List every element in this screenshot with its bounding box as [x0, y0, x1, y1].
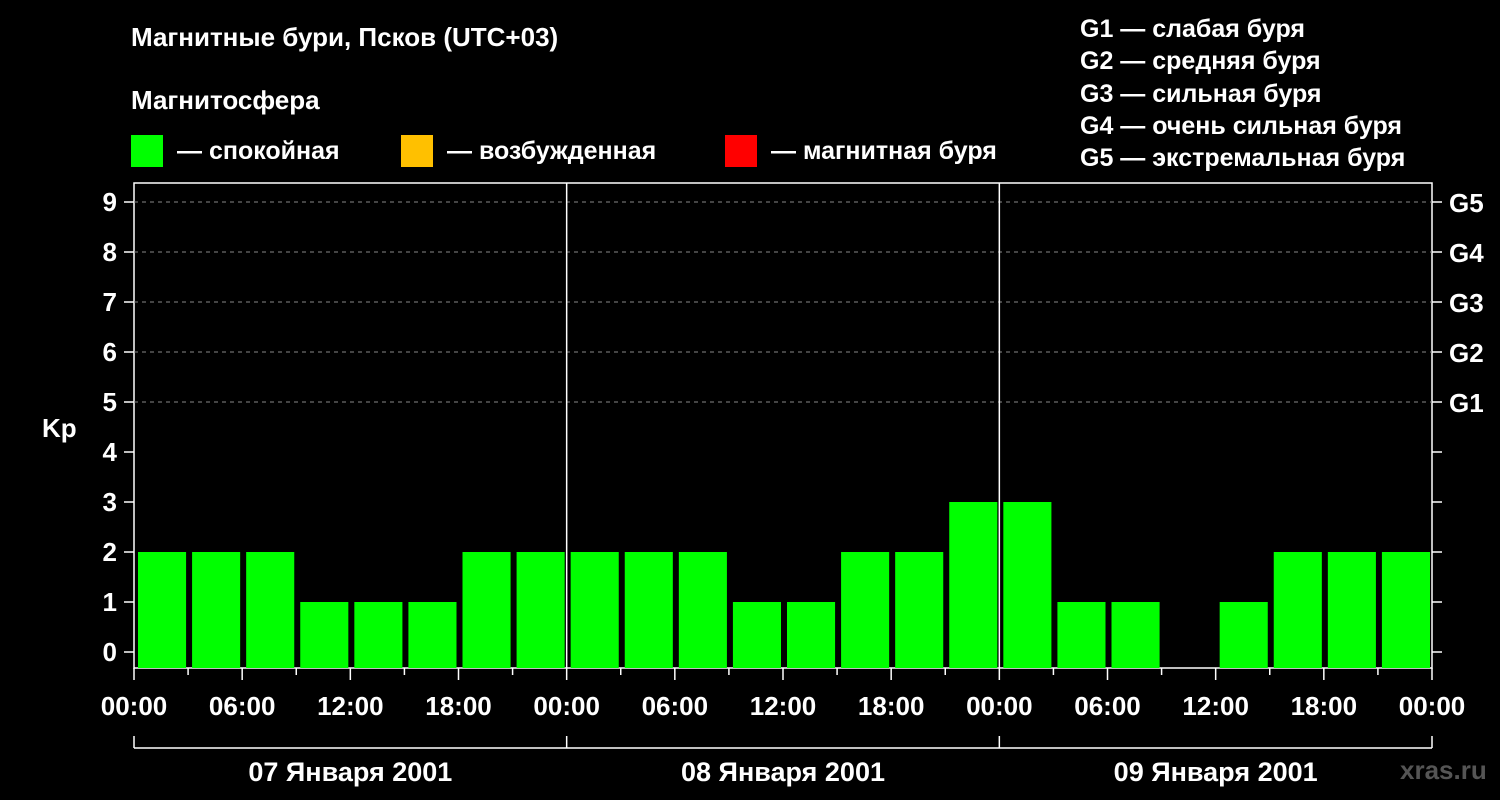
y-tick-label-4: 4	[103, 437, 118, 467]
y-tick-label-6: 6	[103, 337, 117, 367]
y-tick-label-8: 8	[103, 237, 117, 267]
kp-bar-23	[1381, 552, 1430, 668]
kp-bar-16	[1003, 502, 1052, 668]
right-axis-label-g2: G2	[1449, 338, 1484, 368]
kp-bar-18	[1111, 602, 1160, 668]
right-axis-label-g1: G1	[1449, 388, 1484, 418]
kp-bar-12	[787, 602, 836, 668]
kp-bar-13	[841, 552, 890, 668]
kp-bar-14	[895, 552, 944, 668]
kp-bar-3	[300, 602, 349, 668]
kp-bar-1	[192, 552, 241, 668]
y-tick-label-2: 2	[103, 537, 117, 567]
x-tick-label-5: 06:00	[642, 691, 709, 721]
watermark: xras.ru	[1400, 755, 1487, 785]
y-tick-label-5: 5	[103, 387, 117, 417]
y-axis-label: Kp	[42, 413, 77, 443]
x-tick-label-8: 00:00	[966, 691, 1033, 721]
right-axis-label-g4: G4	[1449, 238, 1484, 268]
day-label-0: 07 Января 2001	[248, 757, 452, 787]
kp-bar-20	[1219, 602, 1268, 668]
x-tick-label-1: 06:00	[209, 691, 276, 721]
kp-bar-0	[138, 552, 187, 668]
right-axis-label-g5: G5	[1449, 188, 1484, 218]
x-tick-label-0: 00:00	[101, 691, 168, 721]
x-tick-label-4: 00:00	[533, 691, 600, 721]
y-tick-label-0: 0	[103, 637, 117, 667]
plot-frame	[133, 182, 1433, 669]
x-tick-label-7: 18:00	[858, 691, 925, 721]
kp-bar-21	[1273, 552, 1322, 668]
x-tick-label-9: 06:00	[1074, 691, 1141, 721]
y-tick-label-9: 9	[103, 187, 117, 217]
y-tick-label-1: 1	[103, 587, 117, 617]
kp-bar-6	[462, 552, 511, 668]
kp-bar-8	[570, 552, 619, 668]
day-label-2: 09 Января 2001	[1114, 757, 1318, 787]
kp-bar-chart: 0 1 2 3 4 5 6 7 8 9 G1 G2 G3 G4 G5 Kp 00:00 06:00 12:00 18:…	[42, 182, 1484, 787]
kp-bar-5	[408, 602, 457, 668]
x-tick-label-6: 12:00	[750, 691, 817, 721]
x-tick-label-11: 18:00	[1291, 691, 1358, 721]
right-axis-label-g3: G3	[1449, 288, 1484, 318]
x-tick-label-3: 18:00	[425, 691, 492, 721]
kp-bar-7	[516, 552, 565, 668]
kp-bar-22	[1327, 552, 1376, 668]
kp-bar-9	[624, 552, 673, 668]
kp-bar-2	[246, 552, 295, 668]
day-label-1: 08 Января 2001	[681, 757, 885, 787]
y-tick-label-3: 3	[103, 487, 117, 517]
kp-bar-4	[354, 602, 403, 668]
kp-bar-11	[732, 602, 781, 668]
x-tick-label-2: 12:00	[317, 691, 384, 721]
kp-bar-17	[1057, 602, 1106, 668]
kp-bar-15	[949, 502, 998, 668]
x-tick-label-12: 00:00	[1399, 691, 1466, 721]
kp-bar-10	[678, 552, 727, 668]
x-tick-label-10: 12:00	[1182, 691, 1249, 721]
y-tick-label-7: 7	[103, 287, 117, 317]
